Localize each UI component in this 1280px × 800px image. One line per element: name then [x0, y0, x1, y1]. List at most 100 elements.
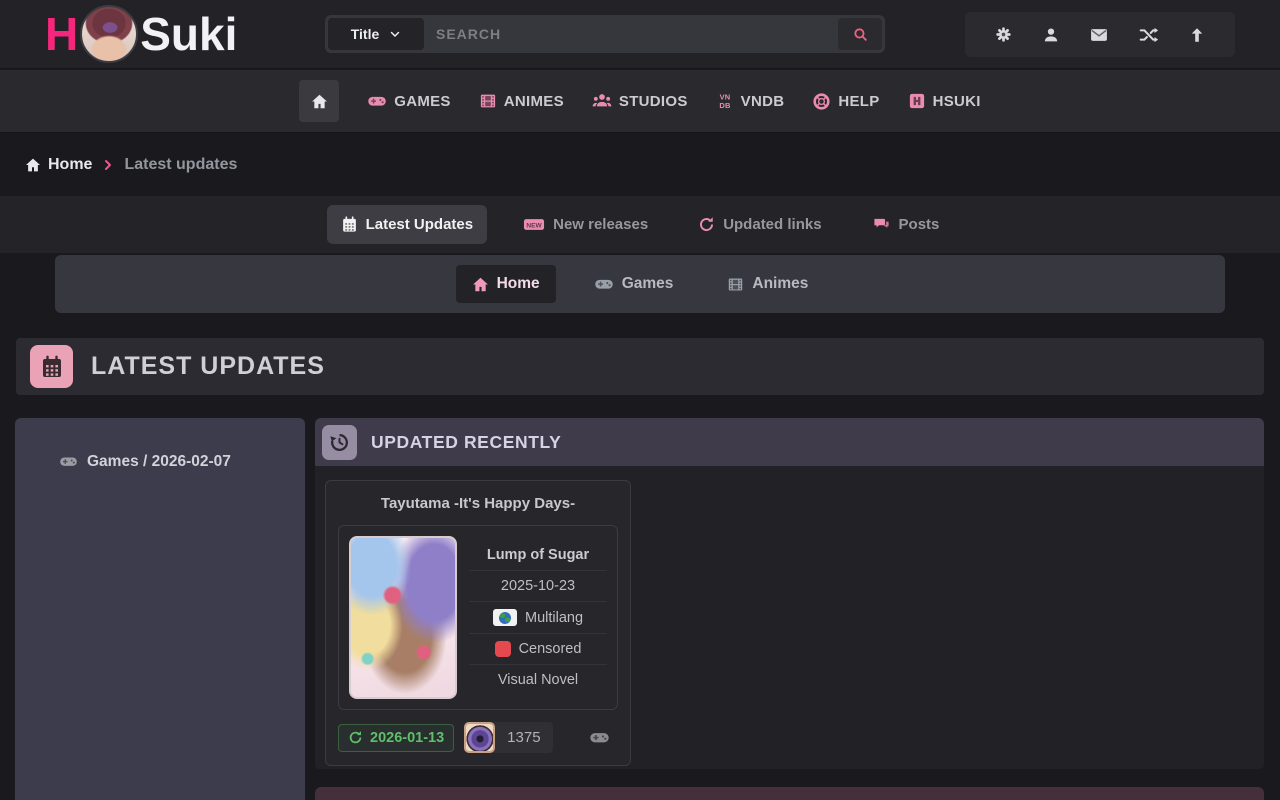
panel-header: UPDATED RECENTLY: [315, 418, 1264, 466]
subtab-animes[interactable]: Animes: [711, 265, 824, 303]
chevron-down-icon: [389, 28, 401, 40]
sidebar-group-games-date[interactable]: Games / 2026-02-07: [15, 418, 305, 471]
search-input[interactable]: [424, 18, 838, 50]
updates-tab-bar: Latest Updates NEW New releases Updated …: [0, 196, 1280, 253]
nav-label: GAMES: [394, 93, 451, 110]
settings-button[interactable]: [994, 25, 1013, 44]
page-title: LATEST UPDATES: [91, 352, 325, 381]
nav-label: VNDB: [741, 93, 785, 110]
refresh-icon: [348, 730, 363, 745]
home-icon: [25, 157, 41, 173]
users-icon: [592, 91, 612, 111]
subtab-label: Home: [497, 275, 540, 293]
nav-item-animes[interactable]: ANIMES: [479, 92, 564, 110]
category-label: Visual Novel: [498, 672, 578, 688]
search-icon: [852, 26, 869, 43]
tab-posts[interactable]: Posts: [858, 205, 954, 244]
search-category-value: Title: [351, 26, 380, 42]
hsuki-page: H Suki Title: [0, 0, 1280, 800]
gamepad-icon: [59, 452, 78, 471]
svg-text:NEW: NEW: [526, 223, 542, 230]
subtab-label: Animes: [752, 275, 808, 293]
last-update-date: 2026-01-13: [370, 730, 444, 746]
chevron-right-icon: [102, 159, 114, 171]
site-logo[interactable]: H Suki: [45, 4, 237, 64]
multilang-flag-icon: [493, 609, 517, 626]
category-row: Visual Novel: [469, 664, 607, 695]
comments-icon: [872, 216, 891, 233]
arrow-up-icon: [1188, 26, 1206, 44]
calendar-icon: [341, 216, 358, 233]
studio-row[interactable]: Lump of Sugar: [469, 540, 607, 570]
scope-tab-bar: Home Games Animes: [55, 255, 1225, 313]
film-icon: [479, 92, 497, 110]
game-title[interactable]: Tayutama -It's Happy Days-: [338, 495, 618, 512]
calendar-icon: [30, 345, 73, 388]
nav-label: ANIMES: [504, 93, 564, 110]
breadcrumb-current: Latest updates: [124, 156, 237, 174]
tab-updated-links[interactable]: Updated links: [684, 205, 835, 244]
language-label: Multilang: [525, 610, 583, 626]
film-icon: [727, 276, 744, 293]
logo-h-text: H: [45, 4, 78, 64]
upload-button[interactable]: [1188, 26, 1206, 44]
panel-title: UPDATED RECENTLY: [371, 432, 561, 453]
last-update-badge[interactable]: 2026-01-13: [338, 724, 454, 752]
sidebar-group-label: Games / 2026-02-07: [87, 453, 231, 471]
nav-item-vndb[interactable]: VNDB VNDB: [716, 91, 785, 111]
studio-name: Lump of Sugar: [487, 547, 589, 563]
gamepad-icon: [367, 91, 387, 111]
gamepad-icon: [594, 274, 614, 294]
search-bar: Title: [325, 15, 885, 53]
game-card: Tayutama -It's Happy Days- Lump of Sugar…: [325, 480, 631, 766]
game-cover-image[interactable]: [349, 536, 457, 699]
user-button[interactable]: [1042, 26, 1060, 44]
gamepad-icon: [589, 727, 610, 748]
views-thumbnail-image: [464, 722, 495, 753]
breadcrumb: Home Latest updates: [25, 150, 237, 180]
nav-item-help[interactable]: HELP: [812, 92, 879, 111]
views-count: 1375: [495, 729, 552, 746]
breadcrumb-home-label: Home: [48, 156, 92, 174]
tab-new-releases[interactable]: NEW New releases: [509, 205, 662, 244]
card-footer: 2026-01-13 1375: [338, 722, 618, 753]
home-icon: [311, 93, 328, 110]
shuffle-icon: [1139, 25, 1159, 45]
release-date: 2025-10-23: [501, 578, 575, 594]
gear-icon: [994, 25, 1013, 44]
panel-body: Tayutama -It's Happy Days- Lump of Sugar…: [315, 466, 1264, 769]
top-icon-group: [965, 12, 1235, 57]
vndb-icon: VNDB: [716, 91, 734, 111]
nav-item-hsuki[interactable]: HSUKI: [908, 92, 981, 110]
nav-item-games[interactable]: GAMES: [367, 91, 451, 111]
tab-latest-updates[interactable]: Latest Updates: [327, 205, 488, 244]
random-button[interactable]: [1139, 25, 1159, 45]
views-badge[interactable]: 1375: [464, 722, 552, 753]
censorship-row: Censored: [469, 633, 607, 664]
messages-button[interactable]: [1089, 25, 1109, 45]
tab-label: New releases: [553, 216, 648, 233]
logo-avatar-image: [80, 5, 138, 63]
language-row: Multilang: [469, 601, 607, 633]
search-category-select[interactable]: Title: [328, 18, 424, 50]
nav-item-home[interactable]: [299, 80, 339, 122]
user-icon: [1042, 26, 1060, 44]
search-button[interactable]: [838, 18, 882, 50]
censorship-label: Censored: [519, 641, 582, 657]
breadcrumb-home-link[interactable]: Home: [25, 156, 92, 174]
nav-label: HSUKI: [933, 93, 981, 110]
nav-label: HELP: [838, 93, 879, 110]
nav-item-studios[interactable]: STUDIOS: [592, 91, 688, 111]
subtab-home[interactable]: Home: [456, 265, 556, 303]
envelope-icon: [1089, 25, 1109, 45]
subtab-games[interactable]: Games: [578, 264, 690, 304]
life-ring-icon: [812, 92, 831, 111]
tab-label: Updated links: [723, 216, 821, 233]
home-icon: [472, 276, 489, 293]
game-meta-list: Lump of Sugar 2025-10-23 Multilang Censo…: [469, 536, 607, 699]
logo-suki-text: Suki: [140, 4, 237, 64]
subtab-label: Games: [622, 275, 674, 293]
h-square-icon: [908, 92, 926, 110]
updated-recently-panel: UPDATED RECENTLY Tayutama -It's Happy Da…: [315, 418, 1264, 769]
globe-icon: [499, 612, 511, 624]
